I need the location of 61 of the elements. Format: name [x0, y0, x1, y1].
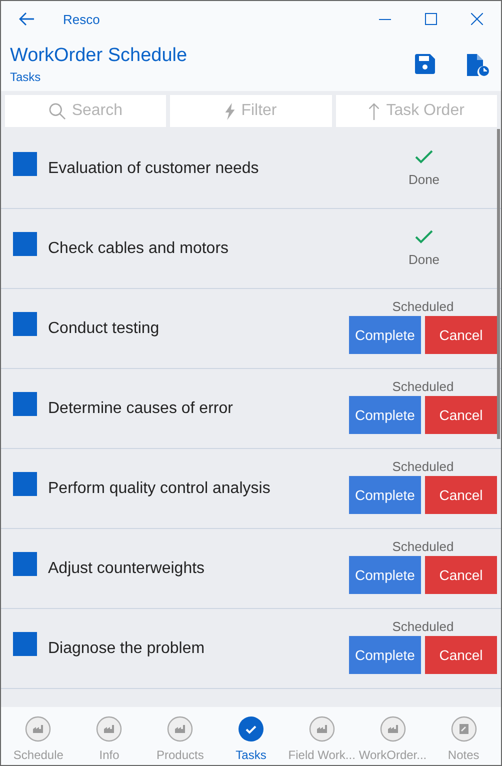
factory-circle-icon — [25, 716, 52, 742]
task-marker-icon — [13, 632, 37, 656]
nav-tab[interactable]: Products — [144, 707, 216, 765]
nav-tab[interactable]: Field Work... — [286, 707, 358, 765]
save-icon[interactable] — [415, 54, 435, 74]
cancel-button[interactable]: Cancel — [425, 396, 497, 434]
task-name: Diagnose the problem — [48, 640, 206, 658]
checkmark-circle-icon — [238, 716, 264, 742]
nav-tab[interactable]: Tasks — [216, 707, 286, 765]
complete-button[interactable]: Complete — [349, 316, 421, 354]
checkmark-icon — [415, 230, 433, 244]
close-icon[interactable] — [471, 13, 483, 25]
task-name: Determine causes of error — [48, 400, 234, 418]
factory-circle-icon — [380, 716, 406, 742]
nav-tab[interactable]: Notes — [428, 707, 500, 765]
task-marker-icon — [13, 152, 37, 176]
task-status: Done — [408, 172, 440, 187]
clipboard-circle-icon — [450, 716, 477, 742]
complete-button[interactable]: Complete — [349, 556, 421, 594]
toolbar-button[interactable]: Search — [5, 95, 166, 127]
factory-circle-icon — [167, 716, 194, 742]
task-marker-icon — [13, 472, 37, 496]
factory-circle-icon — [96, 716, 122, 742]
page-title: WorkOrder Schedule — [10, 45, 188, 67]
task-status: Scheduled — [392, 379, 454, 394]
toolbar-button[interactable]: Task Order — [336, 95, 497, 127]
document-clock-icon[interactable] — [467, 54, 489, 76]
factory-circle-icon — [308, 716, 335, 742]
task-status: Scheduled — [392, 459, 454, 474]
cancel-button[interactable]: Cancel — [425, 476, 497, 514]
complete-button[interactable]: Complete — [349, 636, 421, 674]
task-status: Done — [408, 252, 440, 267]
task-name: Evaluation of customer needs — [48, 160, 260, 178]
task-marker-icon — [13, 232, 37, 256]
task-marker-icon — [13, 552, 37, 576]
nav-tab[interactable]: Info — [74, 707, 145, 765]
lightning-icon — [225, 102, 236, 120]
complete-button[interactable]: Complete — [349, 396, 421, 434]
task-name: Adjust counterweights — [48, 560, 206, 578]
nav-tab[interactable]: WorkOrder... — [357, 707, 428, 765]
cancel-button[interactable]: Cancel — [425, 636, 497, 674]
task-name: Conduct testing — [48, 320, 160, 338]
task-status: Scheduled — [392, 299, 454, 314]
task-marker-icon — [13, 392, 37, 416]
task-marker-icon — [13, 312, 37, 336]
cancel-button[interactable]: Cancel — [425, 316, 497, 354]
back-arrow-icon[interactable] — [19, 12, 35, 26]
toolbar-button[interactable]: Filter — [170, 95, 332, 127]
maximize-icon[interactable] — [425, 13, 437, 25]
checkmark-icon — [415, 150, 433, 164]
task-status: Scheduled — [392, 539, 454, 554]
task-name: Check cables and motors — [48, 240, 230, 258]
cancel-button[interactable]: Cancel — [425, 556, 497, 594]
up-arrow-icon — [368, 102, 380, 120]
task-status: Scheduled — [392, 619, 454, 634]
complete-button[interactable]: Complete — [349, 476, 421, 514]
task-name: Perform quality control analysis — [48, 480, 272, 498]
page-subtitle: Tasks — [10, 70, 42, 84]
app-name: Resco — [63, 12, 100, 26]
search-icon — [48, 102, 66, 120]
nav-tab[interactable]: Schedule — [3, 707, 74, 765]
